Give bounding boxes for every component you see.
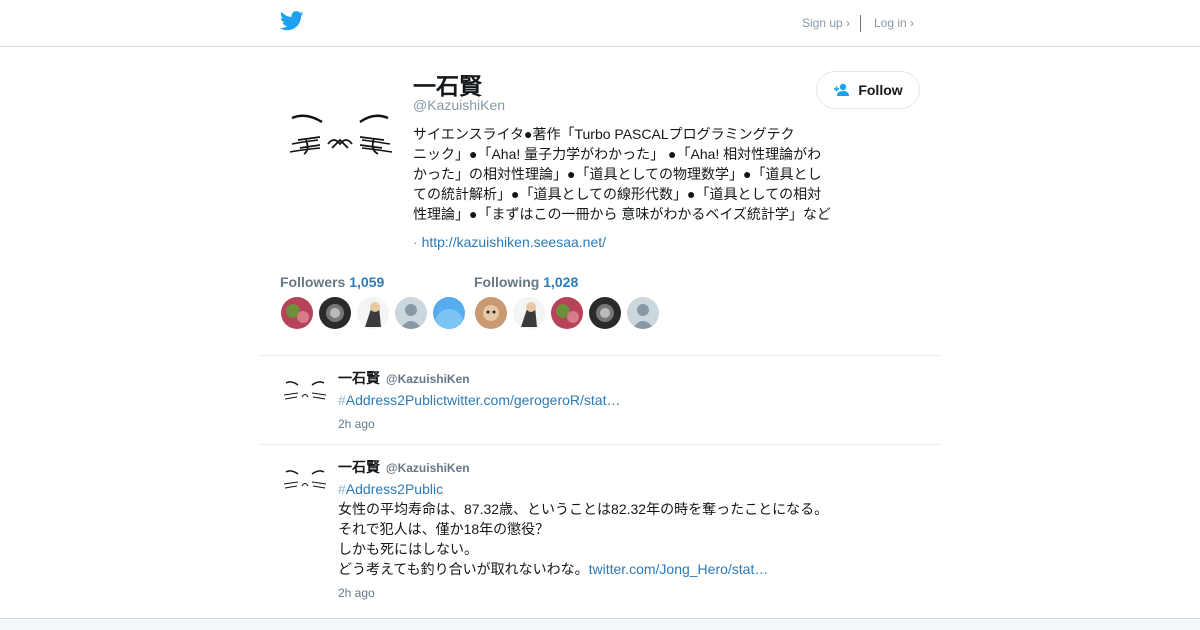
followers-avatars [281, 297, 465, 329]
tweet-author-name[interactable]: 一石賢 [338, 459, 380, 475]
followers-count: 1,059 [349, 274, 385, 290]
profile-website-link[interactable]: http://kazuishiken.seesaa.net/ [422, 234, 606, 250]
following-label[interactable]: Following 1,028 [474, 274, 578, 290]
following-text: Following [474, 274, 540, 290]
follower-avatar[interactable] [357, 297, 389, 329]
hashtag-symbol: # [338, 392, 346, 408]
tweet-timestamp[interactable]: 2h ago [338, 586, 375, 600]
followers-label[interactable]: Followers 1,059 [280, 274, 384, 290]
following-avatar[interactable] [551, 297, 583, 329]
follow-button-label: Follow [858, 82, 903, 98]
tweet-text: #Address2Publictwitter.com/gerogeroR/sta… [338, 390, 858, 410]
hashtag-symbol: # [338, 481, 346, 497]
log-in-link[interactable]: Log in › [874, 16, 914, 30]
following-avatars [475, 297, 659, 329]
sign-up-link[interactable]: Sign up › [802, 16, 850, 30]
tweet-hashtag[interactable]: #Address2Public [338, 481, 443, 497]
tweet-line: それで犯人は、僅か18年の懲役？ [338, 521, 550, 537]
profile-bio: サイエンスライタ●著作「Turbo PASCALプログラミングテク ニック」●「… [413, 124, 835, 224]
follower-avatar[interactable] [319, 297, 351, 329]
tweet-author-name[interactable]: 一石賢 [338, 370, 380, 386]
bio-line: 性理論」●「まずはこの一冊から 意味がわかるベイズ統計学」など [413, 206, 831, 222]
tweet-line: しかも死にはしない。 [338, 541, 478, 557]
tweet-author-handle[interactable]: @KazuishiKen [386, 461, 470, 475]
tweet-author-avatar[interactable] [282, 377, 328, 407]
following-avatar[interactable] [513, 297, 545, 329]
twitter-bird-icon[interactable] [280, 11, 304, 31]
profile-url-line: · http://kazuishiken.seesaa.net/ [413, 234, 606, 250]
bio-line: ての統計解析」●「道具としての線形代数」●「道具としての相対 [413, 186, 822, 202]
follower-avatar[interactable] [281, 297, 313, 329]
follow-user-icon [834, 83, 850, 96]
tweet-divider [260, 444, 940, 445]
tweet-author-avatar[interactable] [282, 466, 328, 496]
tweet-header: 一石賢 @KazuishiKen [338, 457, 470, 477]
bio-line: ニック」●「Aha! 量子力学がわかった」 ●「Aha! 相対性理論がわ [413, 146, 822, 162]
profile-avatar[interactable] [280, 100, 400, 170]
profile-main: 一石賢 @KazuishiKen Follow サイエンスライタ●著作「Turb… [0, 48, 1200, 618]
following-avatar[interactable] [475, 297, 507, 329]
nav-divider [860, 15, 861, 32]
tweet-header: 一石賢 @KazuishiKen [338, 368, 470, 388]
follower-avatar[interactable] [433, 297, 465, 329]
following-count: 1,028 [543, 274, 579, 290]
bio-line: サイエンスライタ●著作「Turbo PASCALプログラミングテク [413, 126, 795, 142]
following-avatar[interactable] [589, 297, 621, 329]
following-avatar[interactable] [627, 297, 659, 329]
tweet-link[interactable]: twitter.com/gerogeroR/stat… [443, 392, 620, 408]
tweet-line: どう考えても釣り合いが取れないわな。 [338, 561, 589, 577]
hashtag-text: Address2Public [345, 481, 444, 497]
top-navigation-bar: Sign up › Log in › [0, 0, 1200, 47]
tweet-line: 女性の平均寿命は、87.32歳、ということは82.32年の時を奪ったことになる。 [338, 501, 829, 517]
follower-avatar[interactable] [395, 297, 427, 329]
bio-line: かった」の相対性理論」●「道具としての物理数学」●「道具とし [413, 166, 822, 182]
tweet-text: #Address2Public 女性の平均寿命は、87.32歳、ということは82… [338, 479, 858, 579]
hashtag-text: Address2Public [345, 392, 444, 408]
tweet-author-handle[interactable]: @KazuishiKen [386, 372, 470, 386]
page-footer [0, 618, 1200, 630]
tweet-timestamp[interactable]: 2h ago [338, 417, 375, 431]
followers-text: Followers [280, 274, 346, 290]
tweet-link[interactable]: twitter.com/Jong_Hero/stat… [589, 561, 769, 577]
url-bullet: · [413, 234, 418, 250]
profile-handle: @KazuishiKen [413, 97, 506, 113]
section-divider [260, 355, 940, 356]
profile-name: 一石賢 [413, 73, 482, 99]
tweet-hashtag[interactable]: #Address2Public [338, 392, 443, 408]
follow-button[interactable]: Follow [816, 71, 920, 109]
